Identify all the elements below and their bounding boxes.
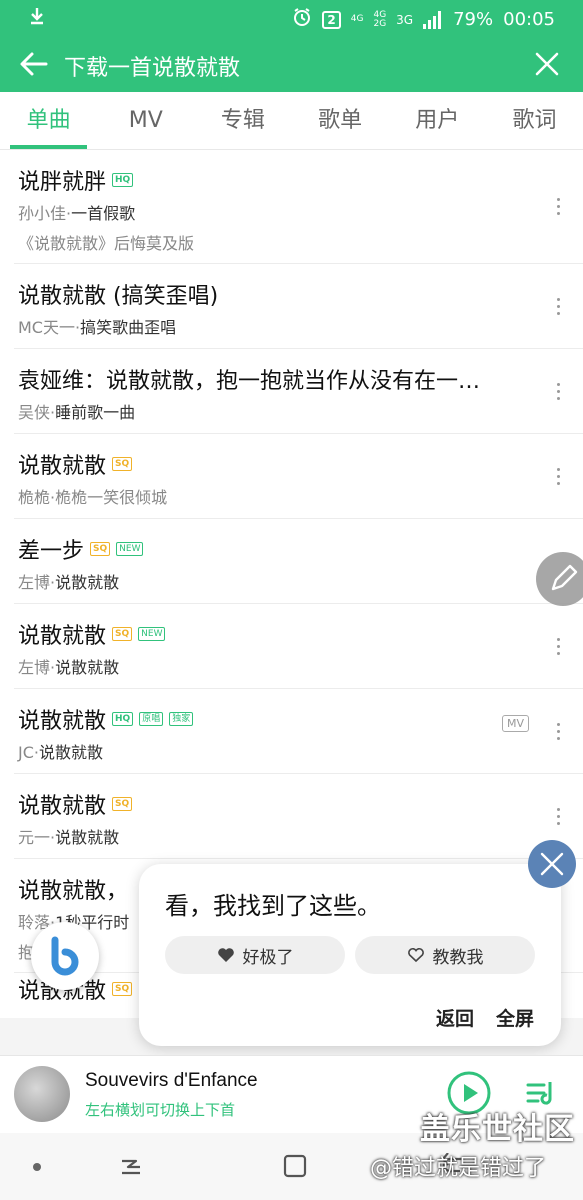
song-row[interactable]: 说胖就胖 HQ 孙小佳·一首假歌 《说散就散》后悔莫及版	[14, 150, 583, 264]
song-album: 搞笑歌曲歪唱	[80, 318, 177, 337]
battery-percent: 79%	[453, 9, 494, 30]
tab-album[interactable]: 专辑	[194, 92, 291, 149]
song-album: 说散就散	[55, 828, 120, 847]
song-row[interactable]: 差一步 SQ NEW 左博·说散就散	[14, 519, 583, 604]
song-row[interactable]: 说散就散 SQ NEW 左博·说散就散	[14, 604, 583, 689]
edit-pencil-button[interactable]	[536, 552, 583, 606]
song-title: 说散就散	[18, 794, 107, 819]
song-artist: JC·	[18, 743, 39, 762]
return-button[interactable]: 返回	[436, 1004, 474, 1031]
more-options-icon[interactable]	[555, 808, 561, 828]
bixby-message: 看，我找到了这些。	[165, 892, 381, 920]
song-title: 差一步	[18, 539, 85, 564]
more-options-icon[interactable]	[555, 468, 561, 488]
sim-icon: 2	[322, 10, 341, 29]
song-title: 说胖就胖	[18, 170, 107, 195]
song-lyric-match: 《说散就散》后悔莫及版	[18, 234, 195, 253]
song-title: 说散就散 (搞笑歪唱)	[18, 284, 219, 309]
alarm-icon	[292, 7, 312, 32]
tab-lyrics[interactable]: 歌词	[486, 92, 583, 149]
sq-badge: SQ	[112, 457, 133, 471]
sq-badge: SQ	[112, 982, 133, 996]
watermark-author: @错过就是错过了	[370, 1156, 547, 1181]
new-badge: NEW	[138, 627, 166, 641]
network-indicator-2: 4G 2G	[373, 9, 387, 29]
sq-badge: SQ	[112, 797, 133, 811]
bixby-close-button[interactable]	[528, 840, 576, 888]
search-header: 下载一首说散就散	[0, 36, 583, 92]
fullscreen-button[interactable]: 全屏	[496, 1004, 534, 1031]
network-indicator-1: 4G	[350, 14, 364, 24]
home-icon[interactable]	[282, 1153, 308, 1179]
close-icon	[540, 852, 564, 876]
tab-single[interactable]: 单曲	[0, 92, 97, 149]
dot-icon[interactable]	[33, 1163, 41, 1171]
close-icon[interactable]	[533, 50, 561, 78]
more-options-icon[interactable]	[555, 638, 561, 658]
exclusive-badge: 独家	[169, 712, 194, 726]
song-album: 说散就散	[55, 658, 120, 677]
song-album: 桅桅一笑很倾城	[55, 488, 168, 507]
song-album: 一首假歌	[71, 204, 136, 223]
status-bar: 2 4G 4G 2G 3G 79% 00:05	[0, 0, 583, 36]
song-album: 睡前歌一曲	[55, 403, 136, 422]
more-options-icon[interactable]	[555, 298, 561, 318]
pencil-icon	[551, 564, 578, 591]
tab-mv[interactable]: MV	[97, 92, 194, 149]
song-artist: 吴侠·	[18, 403, 56, 422]
teach-label: 教教我	[432, 947, 484, 968]
watermark-title: 盖乐世社区	[420, 1112, 575, 1147]
original-badge: 原唱	[139, 712, 164, 726]
tab-user[interactable]: 用户	[389, 92, 486, 149]
download-icon	[28, 6, 46, 31]
like-button[interactable]: 好极了	[165, 936, 345, 974]
sq-badge: SQ	[90, 542, 111, 556]
song-row[interactable]: 说散就散 (搞笑歪唱) MC天一·搞笑歌曲歪唱	[14, 264, 583, 349]
song-album: 说散就散	[55, 573, 120, 592]
hq-badge: HQ	[112, 712, 134, 726]
song-row[interactable]: 袁娅维：说散就散，抱一抱就当作从没有在一… 吴侠·睡前歌一曲	[14, 349, 583, 434]
mv-icon[interactable]: MV	[501, 715, 529, 732]
result-tabs: 单曲 MV 专辑 歌单 用户 歌词	[0, 92, 583, 150]
like-label: 好极了	[242, 947, 294, 968]
song-artist: 桅桅·	[18, 488, 56, 507]
bixby-button[interactable]	[31, 922, 99, 990]
song-artist: 孙小佳·	[18, 204, 72, 223]
more-options-icon[interactable]	[555, 723, 561, 743]
swipe-hint: 左右横划可切换上下首	[85, 1101, 236, 1119]
clock: 00:05	[503, 9, 555, 30]
bixby-logo-icon	[51, 936, 79, 976]
song-artist: 左博·	[18, 658, 56, 677]
more-options-icon[interactable]	[555, 198, 561, 218]
network-indicator-3: 3G	[396, 12, 414, 27]
recent-apps-icon[interactable]	[118, 1153, 144, 1179]
tab-playlist[interactable]: 歌单	[292, 92, 389, 149]
bixby-result-card: 看，我找到了这些。 好极了 教教我 返回 全屏	[139, 864, 561, 1046]
new-badge: NEW	[116, 542, 144, 556]
song-title: 说散就散，	[18, 879, 129, 904]
song-title: 袁娅维：说散就散，抱一抱就当作从没有在一…	[18, 369, 481, 394]
album-cover[interactable]	[14, 1066, 70, 1122]
search-query-title[interactable]: 下载一首说散就散	[64, 50, 240, 82]
sq-badge: SQ	[112, 627, 133, 641]
now-playing-title: Souvevirs d'Enfance	[85, 1070, 258, 1091]
song-title: 说散就散	[18, 709, 107, 734]
song-artist: MC天一·	[18, 318, 81, 337]
song-row[interactable]: 说散就散 SQ 元一·说散就散	[14, 774, 583, 859]
song-artist: 元一·	[18, 828, 56, 847]
song-row[interactable]: 说散就散 HQ 原唱 独家 JC·说散就散 MV	[14, 689, 583, 774]
teach-button[interactable]: 教教我	[355, 936, 535, 974]
song-artist: 左博·	[18, 573, 56, 592]
more-options-icon[interactable]	[555, 383, 561, 403]
heart-filled-icon	[217, 948, 234, 962]
song-title: 说散就散	[18, 454, 107, 479]
signal-icon	[423, 10, 443, 29]
hq-badge: HQ	[112, 173, 134, 187]
song-row[interactable]: 说散就散 SQ 桅桅·桅桅一笑很倾城	[14, 434, 583, 519]
back-arrow-icon[interactable]	[18, 48, 50, 80]
song-title: 说散就散	[18, 624, 107, 649]
song-album: 说散就散	[38, 743, 103, 762]
heart-outline-icon	[407, 948, 424, 963]
